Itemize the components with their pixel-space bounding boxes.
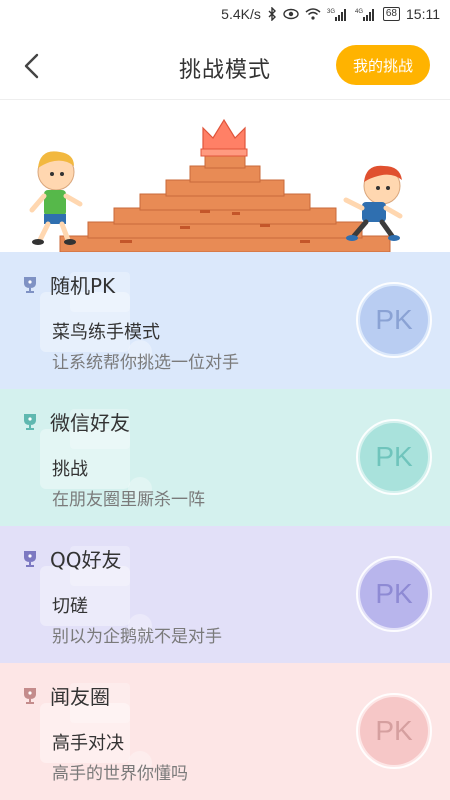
mode-card-2[interactable]: 微信好友 挑战 在朋友圈里厮杀一阵 PK	[0, 389, 450, 526]
left-kid-illustration	[29, 151, 83, 245]
mode-title: 闻友圈	[50, 685, 110, 709]
bluetooth-icon	[267, 7, 277, 21]
mode-title: 随机PK	[50, 274, 116, 298]
card-title-row: 随机PK	[22, 270, 115, 299]
crown-icon	[200, 118, 248, 157]
pk-button[interactable]: PK	[356, 282, 432, 358]
mode-subtitle: 高手对决	[52, 733, 124, 754]
card-title-row: 微信好友	[22, 407, 130, 436]
mode-card-1[interactable]: 随机PK 菜鸟练手模式 让系统帮你挑选一位对手 PK	[0, 252, 450, 389]
mode-description: 在朋友圈里厮杀一阵	[52, 490, 205, 510]
eye-icon	[283, 8, 299, 20]
mode-title: 微信好友	[50, 411, 130, 435]
card-title-row: QQ好友	[22, 544, 121, 573]
trophy-icon	[24, 687, 36, 704]
staircase-illustration	[29, 118, 403, 252]
mode-subtitle: 切磋	[52, 596, 88, 617]
nav-bar: 挑战模式 我的挑战	[0, 32, 450, 100]
trophy-icon	[24, 276, 36, 293]
mode-card-3[interactable]: QQ好友 切磋 别以为企鹅就不是对手 PK	[0, 526, 450, 663]
trophy-icon	[24, 413, 36, 430]
mode-card-4[interactable]: 闻友圈 高手对决 高手的世界你懂吗 PK	[0, 663, 450, 800]
wifi-icon	[305, 8, 321, 20]
mode-description: 高手的世界你懂吗	[52, 764, 188, 784]
network-speed: 5.4K/s	[221, 6, 261, 22]
my-challenge-button[interactable]: 我的挑战	[336, 45, 430, 85]
status-bar: 5.4K/s 3G 4G 68 15:11	[0, 0, 450, 32]
battery-icon: 68	[382, 7, 400, 21]
signal-4g-icon: 4G	[355, 7, 377, 21]
mode-subtitle: 菜鸟练手模式	[52, 322, 160, 343]
card-title-row: 闻友圈	[22, 681, 110, 710]
pk-button[interactable]: PK	[356, 419, 432, 495]
mode-title: QQ好友	[50, 548, 122, 572]
pk-button[interactable]: PK	[356, 693, 432, 769]
pk-button[interactable]: PK	[356, 556, 432, 632]
clock: 15:11	[406, 6, 440, 22]
signal-4g-label: 4G	[355, 9, 363, 15]
trophy-icon	[24, 550, 36, 567]
mode-description: 让系统帮你挑选一位对手	[52, 353, 239, 373]
signal-3g-icon: 3G	[327, 7, 349, 21]
mode-subtitle: 挑战	[52, 459, 88, 480]
hero-illustration	[0, 100, 450, 252]
mode-description: 别以为企鹅就不是对手	[52, 627, 222, 647]
signal-3g-label: 3G	[327, 9, 335, 15]
